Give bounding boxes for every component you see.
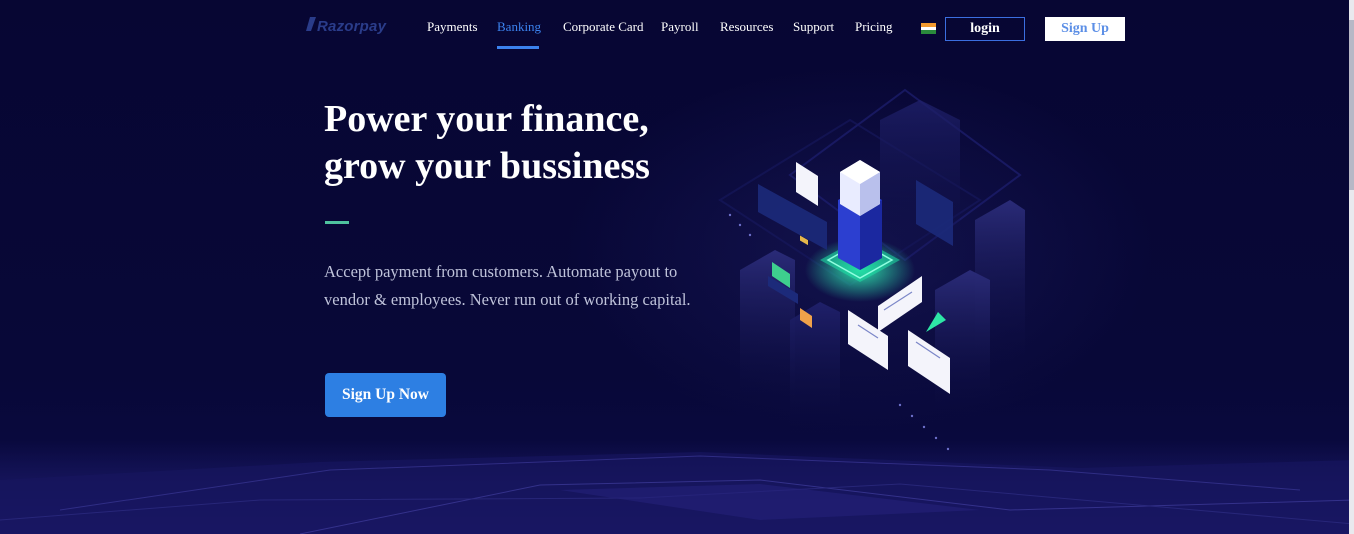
hero-description: Accept payment from customers. Automate …: [324, 262, 691, 309]
top-navigation: Razorpay Payments Banking Corporate Card…: [0, 0, 1350, 60]
isometric-banking-tower-illustration: [690, 80, 1040, 460]
nav-item-corporate-card[interactable]: Corporate Card: [563, 19, 644, 35]
hero-title-line-1: Power your finance,: [324, 98, 649, 140]
nav-item-banking[interactable]: Banking: [497, 19, 541, 35]
nav-item-support[interactable]: Support: [793, 19, 834, 35]
login-button[interactable]: login: [945, 17, 1025, 41]
signup-button[interactable]: Sign Up: [1045, 17, 1125, 41]
nav-item-payments[interactable]: Payments: [427, 19, 478, 35]
india-flag-icon[interactable]: [921, 23, 936, 34]
nav-item-pricing[interactable]: Pricing: [855, 19, 893, 35]
active-nav-indicator: [497, 46, 539, 49]
nav-item-payroll[interactable]: Payroll: [661, 19, 699, 35]
vertical-scrollbar[interactable]: [1349, 0, 1354, 534]
accent-divider: [325, 221, 349, 224]
razorpay-slash-icon: [306, 17, 316, 31]
razorpay-logo[interactable]: Razorpay: [306, 17, 386, 35]
brand-name: Razorpay: [317, 18, 387, 35]
sign-up-now-button[interactable]: Sign Up Now: [325, 373, 446, 417]
hero-title-line-2: grow your bussiness: [324, 145, 650, 187]
hero-title: Power your finance, grow your bussiness: [324, 96, 724, 190]
nav-item-resources[interactable]: Resources: [720, 19, 773, 35]
decorative-floor: [0, 440, 1354, 534]
